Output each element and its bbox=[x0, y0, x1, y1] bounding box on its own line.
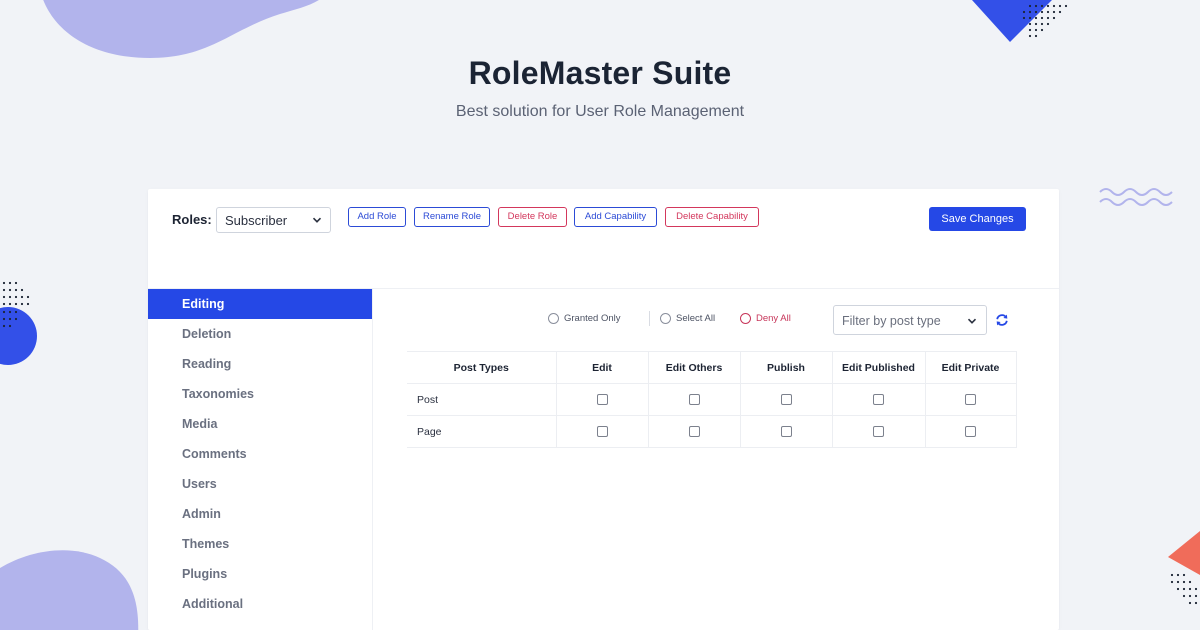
refresh-icon[interactable] bbox=[995, 313, 1009, 327]
save-changes-button[interactable]: Save Changes bbox=[929, 207, 1026, 231]
sidebar-item-admin[interactable]: Admin bbox=[148, 499, 372, 529]
decorative-waves bbox=[1099, 188, 1173, 206]
role-editor-panel: Roles: Subscriber Add Role Rename Role D… bbox=[148, 189, 1059, 630]
page-subtitle: Best solution for User Role Management bbox=[455, 103, 745, 120]
radio-circle bbox=[740, 313, 751, 324]
delete-capability-button[interactable]: Delete Capability bbox=[665, 207, 759, 227]
edit-published-checkbox[interactable] bbox=[873, 426, 884, 438]
role-select-value: Subscriber bbox=[225, 213, 288, 228]
sidebar-item-deletion[interactable]: Deletion bbox=[148, 319, 372, 349]
column-header-edit-others: Edit Others bbox=[647, 351, 741, 384]
sidebar-item-themes[interactable]: Themes bbox=[148, 529, 372, 559]
add-role-button[interactable]: Add Role bbox=[348, 207, 406, 227]
radio-circle bbox=[548, 313, 559, 324]
edit-others-checkbox[interactable] bbox=[688, 394, 700, 406]
chevron-down-icon bbox=[312, 217, 322, 223]
publish-checkbox[interactable] bbox=[780, 426, 792, 438]
edit-published-checkbox[interactable] bbox=[873, 394, 884, 406]
post-type-name: Page bbox=[407, 415, 557, 448]
post-type-filter-select[interactable]: Filter by post type bbox=[833, 305, 987, 335]
decorative-blob-top bbox=[43, 0, 319, 58]
sidebar-item-editing[interactable]: Editing bbox=[148, 289, 372, 319]
granted-only-label: Granted Only bbox=[564, 313, 621, 324]
decorative-dots-left bbox=[0, 281, 37, 365]
column-header-edit: Edit bbox=[555, 351, 649, 384]
column-header-publish: Publish bbox=[739, 351, 833, 384]
toolbar: Roles: Subscriber Add Role Rename Role D… bbox=[148, 189, 1059, 289]
column-header-post-types: Post Types bbox=[407, 351, 557, 384]
sidebar-item-taxonomies[interactable]: Taxonomies bbox=[148, 379, 372, 409]
publish-checkbox[interactable] bbox=[780, 394, 792, 406]
rename-role-button[interactable]: Rename Role bbox=[414, 207, 490, 227]
radio-circle bbox=[660, 313, 671, 324]
column-header-edit-private: Edit Private bbox=[924, 351, 1017, 384]
add-capability-button[interactable]: Add Capability bbox=[574, 207, 657, 227]
select-all-label: Select All bbox=[676, 313, 716, 324]
capability-table: Post Types Edit Edit Others Publish Edit… bbox=[407, 351, 1017, 448]
edit-private-checkbox[interactable] bbox=[965, 426, 976, 438]
decorative-blob-bottom bbox=[0, 550, 139, 630]
edit-others-checkbox[interactable] bbox=[688, 426, 700, 438]
decorative-diamond-top-right bbox=[972, 0, 1068, 42]
table-row: Page bbox=[407, 415, 1017, 448]
chevron-down-icon bbox=[967, 318, 977, 324]
sidebar-item-comments[interactable]: Comments bbox=[148, 439, 372, 469]
deny-all-label: Deny All bbox=[756, 313, 791, 324]
edit-private-checkbox[interactable] bbox=[965, 394, 976, 406]
delete-role-button[interactable]: Delete Role bbox=[498, 207, 567, 227]
decorative-coral-bottom-right bbox=[1168, 531, 1200, 605]
filter-row: Granted Only Select All Deny All Filter … bbox=[373, 289, 1059, 349]
sidebar-item-plugins[interactable]: Plugins bbox=[148, 559, 372, 589]
select-all-radio[interactable]: Select All bbox=[660, 313, 715, 324]
page-title: RoleMaster Suite bbox=[468, 55, 732, 91]
table-row: Post bbox=[407, 383, 1017, 416]
sidebar-item-users[interactable]: Users bbox=[148, 469, 372, 499]
filter-divider bbox=[649, 311, 650, 326]
deny-all-radio[interactable]: Deny All bbox=[740, 313, 791, 324]
role-select[interactable]: Subscriber bbox=[216, 207, 331, 233]
granted-only-radio[interactable]: Granted Only bbox=[548, 313, 621, 324]
roles-label: Roles: bbox=[172, 212, 212, 227]
edit-checkbox[interactable] bbox=[596, 426, 608, 438]
sidebar-item-reading[interactable]: Reading bbox=[148, 349, 372, 379]
sidebar-item-additional[interactable]: Additional bbox=[148, 589, 372, 619]
sidebar-item-media[interactable]: Media bbox=[148, 409, 372, 439]
column-header-edit-published: Edit Published bbox=[831, 351, 926, 384]
edit-checkbox[interactable] bbox=[596, 394, 608, 406]
table-header-row: Post Types Edit Edit Others Publish Edit… bbox=[407, 351, 1017, 384]
capability-sidebar: Editing Deletion Reading Taxonomies Medi… bbox=[148, 289, 373, 630]
post-type-name: Post bbox=[407, 383, 557, 416]
post-type-filter-placeholder: Filter by post type bbox=[842, 314, 941, 328]
